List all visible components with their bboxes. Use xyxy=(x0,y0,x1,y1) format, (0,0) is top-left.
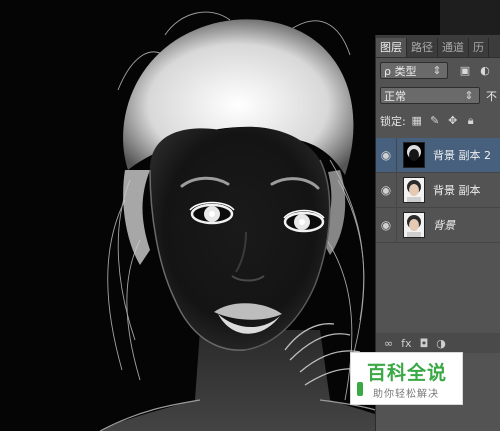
layer-name: 背景 副本 2 xyxy=(433,149,491,162)
lock-row: 锁定: ▦ ✎ ✥ 🔒︎ xyxy=(376,108,500,133)
watermark-logo: 百科全说 助你轻松解决 xyxy=(350,352,463,405)
lock-paint-icon[interactable]: ✎ xyxy=(428,114,442,128)
filter-row: ρ 类型 ⇕ ▣ ◐ xyxy=(376,58,500,83)
image-filter-icon[interactable]: ▣ xyxy=(458,64,472,78)
blend-row: 正常 ⇕ 不 xyxy=(376,83,500,108)
watermark-title: 百科全说 xyxy=(367,362,448,384)
link-layers-icon[interactable]: ∞ xyxy=(384,337,393,350)
fx-icon[interactable]: fx xyxy=(401,337,411,350)
eye-icon[interactable]: ◉ xyxy=(376,183,396,197)
tab-layers[interactable]: 图层 xyxy=(376,38,407,57)
opacity-label: 不 xyxy=(486,89,497,103)
blend-mode-select[interactable]: 正常 ⇕ xyxy=(380,87,480,104)
eye-icon[interactable]: ◉ xyxy=(376,148,396,162)
eye-icon[interactable]: ◉ xyxy=(376,218,396,232)
layer-name: 背景 副本 xyxy=(433,184,481,197)
chevron-updown-icon: ⇕ xyxy=(432,63,442,77)
tab-history[interactable]: 历 xyxy=(469,38,489,57)
filter-kind-select[interactable]: ρ 类型 ⇕ xyxy=(380,62,448,79)
layer-thumbnail xyxy=(403,142,425,168)
watermark-subtitle: 助你轻松解决 xyxy=(373,389,439,400)
filter-kind-label: ρ 类型 xyxy=(384,64,417,78)
layer-row[interactable]: ◉ 背景 副本 xyxy=(376,172,500,208)
layer-thumbnail xyxy=(403,212,425,238)
layer-list: ◉ 背景 副本 2 ◉ 背景 副本 ◉ 背景 xyxy=(376,132,500,332)
lock-all-icon[interactable]: 🔒︎ xyxy=(464,114,478,128)
adjustment-icon[interactable]: ◑ xyxy=(436,337,446,350)
lock-transparent-icon[interactable]: ▦ xyxy=(410,114,424,128)
lock-position-icon[interactable]: ✥ xyxy=(446,114,460,128)
layer-name: 背景 xyxy=(433,219,455,232)
panel-bottom-bar: ∞ fx ◘ ◑ xyxy=(376,333,500,353)
watermark-mark xyxy=(357,382,363,396)
tab-paths[interactable]: 路径 xyxy=(407,38,438,57)
mask-icon[interactable]: ◘ xyxy=(420,337,429,350)
tab-channels[interactable]: 通道 xyxy=(438,38,469,57)
layer-thumbnail xyxy=(403,177,425,203)
lock-label: 锁定: xyxy=(380,114,406,128)
chevron-updown-icon: ⇕ xyxy=(464,88,474,102)
layer-row[interactable]: ◉ 背景 副本 2 xyxy=(376,137,500,173)
panel-tabs: 图层 路径 通道 历 xyxy=(376,35,500,58)
blend-mode-value: 正常 xyxy=(384,89,406,103)
adjustment-filter-icon[interactable]: ◐ xyxy=(478,64,492,78)
layer-row[interactable]: ◉ 背景 xyxy=(376,207,500,243)
